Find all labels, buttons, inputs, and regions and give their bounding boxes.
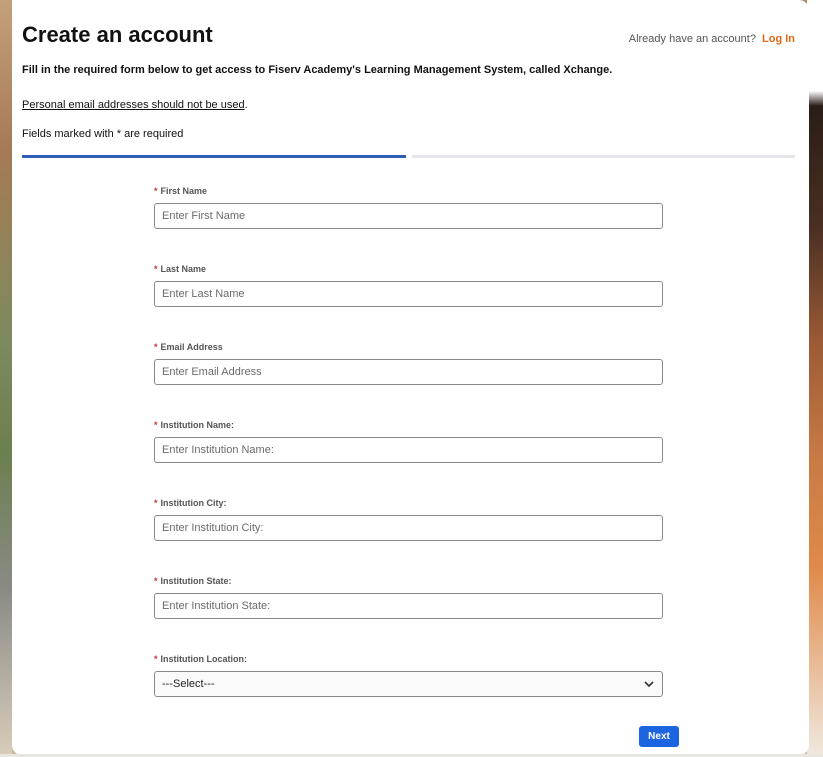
required-marker: * [154, 654, 158, 664]
email-label-text: Email Address [160, 342, 223, 352]
institution-name-field: * Institution Name: [154, 420, 663, 463]
institution-city-input[interactable] [154, 515, 663, 541]
personal-email-warning-period: . [244, 99, 248, 111]
required-marker: * [154, 576, 158, 586]
institution-name-label-text: Institution Name: [160, 420, 235, 430]
first-name-field: * First Name [154, 186, 663, 229]
last-name-field: * Last Name [154, 264, 663, 307]
personal-email-warning-text: Personal email addresses should not be u… [22, 99, 245, 111]
institution-location-label-text: Institution Location: [160, 654, 247, 664]
institution-state-input[interactable] [154, 593, 663, 619]
login-prompt-area: Already have an account? Log In [629, 33, 795, 45]
institution-city-label: * Institution City: [154, 498, 663, 508]
email-field: * Email Address [154, 342, 663, 385]
institution-location-label: * Institution Location: [154, 654, 663, 664]
required-fields-note: Fields marked with * are required [22, 128, 184, 140]
institution-name-input[interactable] [154, 437, 663, 463]
selected-option: ---Select--- [162, 678, 215, 690]
login-link[interactable]: Log In [762, 33, 795, 45]
email-input[interactable] [154, 359, 663, 385]
required-marker: * [154, 342, 158, 352]
required-marker: * [154, 498, 158, 508]
institution-state-label: * Institution State: [154, 576, 663, 586]
institution-name-label: * Institution Name: [154, 420, 663, 430]
first-name-label-text: First Name [160, 186, 208, 196]
login-prompt-text: Already have an account? [628, 33, 756, 45]
next-button[interactable]: Next [639, 726, 679, 747]
intro-text: Fill in the required form below to get a… [22, 64, 613, 76]
institution-location-field: * Institution Location: ---Select--- [154, 654, 663, 697]
first-name-label: * First Name [154, 186, 663, 196]
last-name-label-text: Last Name [160, 264, 207, 274]
background-right [807, 0, 823, 757]
required-marker: * [154, 186, 158, 196]
signup-card: Create an account Already have an accoun… [12, 0, 809, 755]
last-name-label: * Last Name [154, 264, 663, 274]
institution-state-label-text: Institution State: [160, 576, 232, 586]
progress-step-1 [22, 155, 406, 158]
last-name-input[interactable] [154, 281, 663, 307]
institution-location-select[interactable]: ---Select--- [154, 671, 663, 697]
page-title: Create an account [22, 22, 213, 47]
progress-bar [22, 155, 795, 158]
institution-city-label-text: Institution City: [160, 498, 227, 508]
required-marker: * [154, 420, 158, 430]
background-left [0, 0, 12, 757]
required-marker: * [154, 264, 158, 274]
progress-step-2 [411, 155, 795, 158]
first-name-input[interactable] [154, 203, 663, 229]
institution-city-field: * Institution City: [154, 498, 663, 541]
email-label: * Email Address [154, 342, 663, 352]
chevron-down-icon [644, 681, 654, 688]
personal-email-warning: Personal email addresses should not be u… [22, 99, 248, 111]
institution-state-field: * Institution State: [154, 576, 663, 619]
